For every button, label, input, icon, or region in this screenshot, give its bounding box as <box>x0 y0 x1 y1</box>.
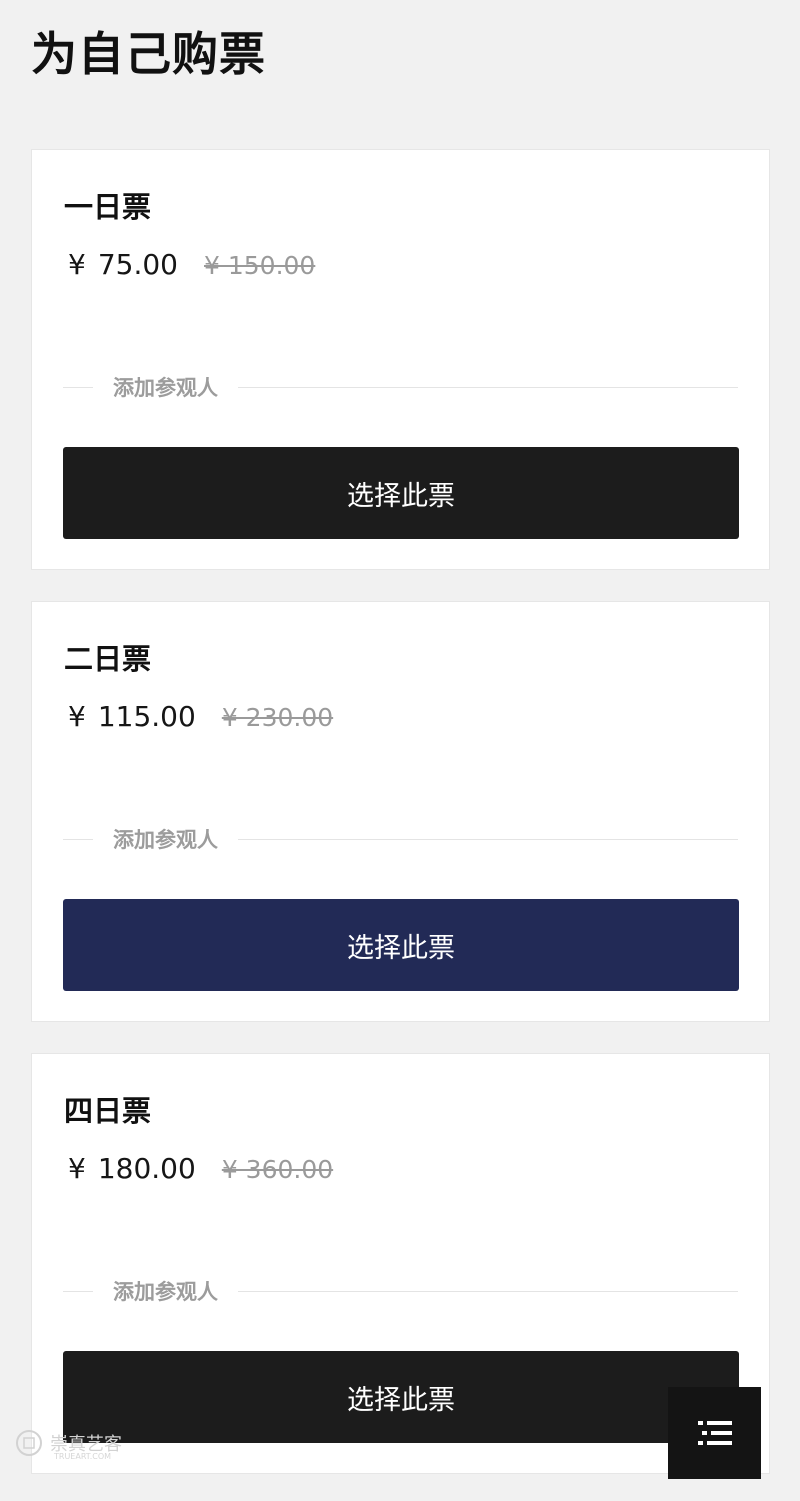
currency-symbol: ¥ <box>68 248 86 281</box>
price-row: ¥75.00 ¥ 150.00 <box>68 248 315 281</box>
current-price-value: 75.00 <box>97 248 178 281</box>
currency-symbol: ¥ <box>68 700 86 733</box>
ticket-card-one-day: 一日票 ¥75.00 ¥ 150.00 添加参观人 选择此票 <box>31 149 770 570</box>
page-title: 为自己购票 <box>31 27 266 81</box>
select-ticket-button[interactable]: 选择此票 <box>63 447 739 539</box>
price-row: ¥180.00 ¥ 360.00 <box>68 1152 333 1185</box>
ticket-name: 二日票 <box>64 642 152 676</box>
ticket-card-two-day: 二日票 ¥115.00 ¥ 230.00 添加参观人 选择此票 <box>31 601 770 1022</box>
add-visitor-divider[interactable]: 添加参观人 <box>63 372 738 402</box>
current-price-value: 115.00 <box>97 700 196 733</box>
watermark-subtext: TRUEART.COM <box>54 1452 112 1461</box>
divider-line <box>63 386 93 388</box>
ticket-card-four-day: 四日票 ¥180.00 ¥ 360.00 添加参观人 选择此票 <box>31 1053 770 1474</box>
menu-fab-button[interactable] <box>668 1387 761 1479</box>
watermark-logo-icon <box>16 1430 42 1456</box>
current-price-value: 180.00 <box>97 1152 196 1185</box>
add-visitor-label[interactable]: 添加参观人 <box>93 372 238 402</box>
add-visitor-divider[interactable]: 添加参观人 <box>63 824 738 854</box>
current-price: ¥75.00 <box>68 248 178 281</box>
divider-line <box>238 1290 738 1292</box>
currency-symbol: ¥ <box>68 1152 86 1185</box>
add-visitor-label[interactable]: 添加参观人 <box>93 824 238 854</box>
add-visitor-label[interactable]: 添加参观人 <box>93 1276 238 1306</box>
select-ticket-button[interactable]: 选择此票 <box>63 1351 739 1443</box>
divider-line <box>238 386 738 388</box>
original-price: ¥ 230.00 <box>221 703 334 732</box>
divider-line <box>63 1290 93 1292</box>
select-ticket-button[interactable]: 选择此票 <box>63 899 739 991</box>
original-price: ¥ 150.00 <box>204 251 316 280</box>
current-price: ¥180.00 <box>68 1152 196 1185</box>
divider-line <box>63 838 93 840</box>
watermark: 崇真艺客 TRUEART.COM <box>14 1428 122 1461</box>
divider-line <box>238 838 738 840</box>
current-price: ¥115.00 <box>68 700 196 733</box>
original-price: ¥ 360.00 <box>221 1155 334 1184</box>
ticket-name: 一日票 <box>64 190 152 224</box>
price-row: ¥115.00 ¥ 230.00 <box>68 700 333 733</box>
list-menu-icon <box>697 1421 732 1445</box>
ticket-name: 四日票 <box>64 1094 152 1128</box>
add-visitor-divider[interactable]: 添加参观人 <box>63 1276 738 1306</box>
